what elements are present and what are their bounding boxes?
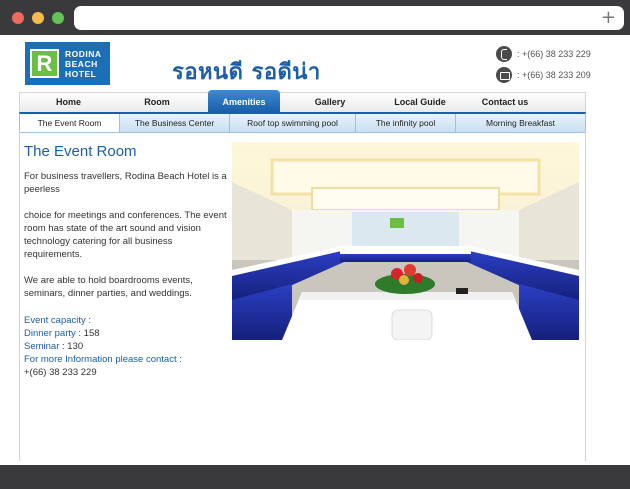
dinner-capacity: Dinner party : 158	[24, 327, 100, 340]
dinner-value: : 158	[78, 328, 100, 339]
subnav-morning-breakfast[interactable]: Morning Breakfast	[456, 114, 585, 132]
nav-home[interactable]: Home	[20, 93, 117, 112]
phone-number: : +(66) 38 233 229	[517, 49, 591, 59]
capacity-heading: Event capacity :	[24, 315, 92, 326]
subnav-event-room[interactable]: The Event Room	[20, 114, 120, 132]
nav-contact-us[interactable]: Contact us	[465, 93, 545, 112]
dinner-label: Dinner party	[24, 328, 76, 339]
phone-contact: : +(66) 38 233 229	[496, 46, 591, 62]
main-nav: Home Room Amenities Gallery Local Guide …	[19, 90, 586, 113]
contact-label: For more Information please contact :	[24, 354, 182, 365]
page-title: The Event Room	[24, 143, 137, 160]
seminar-label: Seminar	[24, 341, 60, 352]
nav-local-guide[interactable]: Local Guide	[380, 93, 460, 112]
close-window-button[interactable]	[12, 12, 24, 24]
nav-room[interactable]: Room	[117, 93, 197, 112]
events-paragraph: We are able to hold boardrooms events, s…	[24, 275, 193, 299]
fax-icon	[496, 67, 512, 83]
hotel-logo[interactable]: R RODINA BEACH HOTEL	[25, 42, 110, 85]
fax-number: : +(66) 38 233 209	[517, 70, 591, 80]
seminar-capacity: Seminar : 130	[24, 340, 83, 353]
logo-text: RODINA BEACH HOTEL	[65, 48, 102, 79]
subnav-rooftop-pool[interactable]: Roof top swimming pool	[230, 114, 356, 132]
nav-gallery[interactable]: Gallery	[290, 93, 370, 112]
logo-mark: R	[30, 49, 59, 78]
phone-icon	[496, 46, 512, 62]
nav-amenities[interactable]: Amenities	[208, 90, 280, 112]
browser-toolbar: +	[0, 0, 630, 35]
maximize-window-button[interactable]	[52, 12, 64, 24]
fax-contact: : +(66) 38 233 209	[496, 67, 591, 83]
event-room-photo	[232, 142, 579, 340]
subnav-business-center[interactable]: The Business Center	[120, 114, 230, 132]
thai-title: รอหนดี รอดีน่า	[172, 60, 321, 85]
description-paragraph: choice for meetings and conferences. The…	[24, 210, 227, 260]
seminar-value: : 130	[62, 341, 84, 352]
new-tab-icon[interactable]: +	[601, 6, 616, 30]
address-bar[interactable]: +	[74, 6, 624, 30]
intro-paragraph: For business travellers, Rodina Beach Ho…	[24, 171, 227, 195]
bottom-bar	[0, 465, 630, 489]
sub-nav: The Event Room The Business Center Roof …	[19, 112, 586, 133]
minimize-window-button[interactable]	[32, 12, 44, 24]
subnav-infinity-pool[interactable]: The infinity pool	[356, 114, 456, 132]
contact-phone: +(66) 38 233 229	[24, 367, 97, 378]
